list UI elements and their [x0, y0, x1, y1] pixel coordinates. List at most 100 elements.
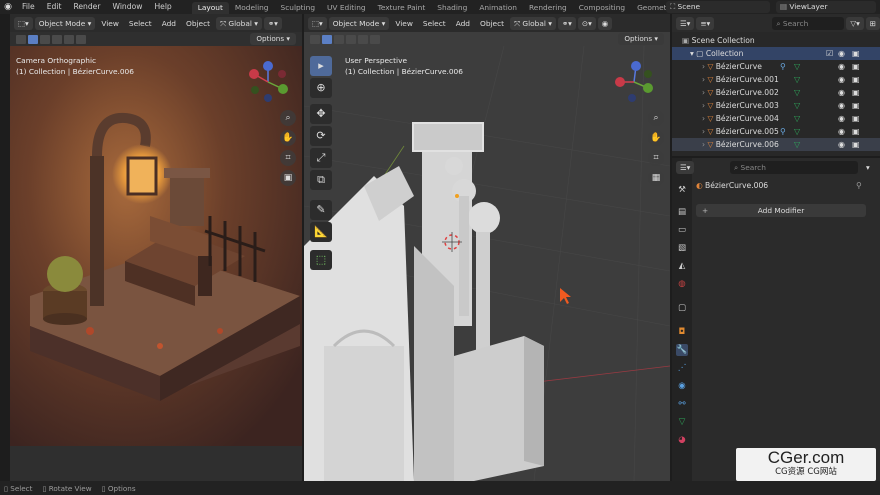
scene-selector[interactable]: ⛶ Scene: [666, 1, 770, 13]
select-new-icon[interactable]: [322, 34, 332, 44]
output-tab-icon[interactable]: ▭: [676, 224, 688, 236]
camera-view-icon[interactable]: ⌗: [648, 150, 664, 166]
render-camera-icon[interactable]: ▣: [852, 112, 860, 125]
menu-select[interactable]: Select: [419, 17, 450, 30]
select-extend-icon[interactable]: [334, 34, 344, 44]
modifier-tab-icon[interactable]: 🔧: [676, 344, 688, 356]
render-camera-icon[interactable]: ▣: [852, 73, 860, 86]
world-tab-icon[interactable]: ◍: [676, 278, 688, 290]
select-extend-icon[interactable]: [40, 34, 50, 44]
render-camera-icon[interactable]: ▣: [852, 60, 860, 73]
filter-icon[interactable]: ▽▾: [846, 16, 864, 30]
select-subtract-icon[interactable]: [52, 34, 62, 44]
transform-orientation-dropdown[interactable]: ⤧ Global ▾: [510, 16, 556, 30]
render-camera-icon[interactable]: ▣: [852, 86, 860, 99]
menu-file[interactable]: File: [16, 0, 41, 14]
grid-view-icon[interactable]: ▦: [648, 170, 664, 186]
select-new-icon[interactable]: [28, 34, 38, 44]
menu-add[interactable]: Add: [158, 17, 180, 30]
pin-icon[interactable]: ⚲: [856, 181, 862, 190]
menu-add[interactable]: Add: [452, 17, 474, 30]
zoom-icon[interactable]: ⌕: [280, 110, 296, 126]
select-intersect-icon[interactable]: [370, 34, 380, 44]
menu-edit[interactable]: Edit: [41, 0, 68, 14]
editor-type-button[interactable]: ⬚▾: [308, 16, 327, 30]
outliner-editor-type[interactable]: ☰▾: [676, 16, 695, 30]
visibility-eye-icon[interactable]: ◉: [838, 112, 845, 125]
menu-help[interactable]: Help: [148, 0, 177, 14]
menu-window[interactable]: Window: [106, 0, 148, 14]
workspace-tab-texture-paint[interactable]: Texture Paint: [372, 2, 432, 14]
view-layer-selector[interactable]: ▤ ViewLayer: [776, 1, 876, 13]
visibility-eye-icon[interactable]: ◉: [838, 60, 845, 73]
render-camera-icon[interactable]: ▣: [852, 47, 860, 60]
constraints-tab-icon[interactable]: ⚯: [676, 398, 688, 410]
visibility-eye-icon[interactable]: ◉: [838, 47, 845, 60]
menu-view[interactable]: View: [391, 17, 417, 30]
blender-logo-icon[interactable]: ◉: [0, 2, 16, 12]
workspace-tab-sculpting[interactable]: Sculpting: [275, 2, 322, 14]
navigation-gizmo[interactable]: [246, 60, 290, 104]
menu-render[interactable]: Render: [67, 0, 106, 14]
lock-icon[interactable]: ▣: [280, 170, 296, 186]
outliner-item[interactable]: › ▽ BézierCurve.005 ⚲ ▽ ◉ ▣: [672, 125, 880, 138]
tool-cursor-icon[interactable]: ⊕: [310, 78, 332, 98]
select-intersect-icon[interactable]: [76, 34, 86, 44]
workspace-tab-rendering[interactable]: Rendering: [523, 2, 573, 14]
visibility-eye-icon[interactable]: ◉: [838, 73, 845, 86]
workspace-tab-compositing[interactable]: Compositing: [573, 2, 631, 14]
options-dropdown[interactable]: Options ▾: [618, 33, 664, 45]
workspace-tab-uv-editing[interactable]: UV Editing: [321, 2, 372, 14]
checkbox-icon[interactable]: ☑: [826, 47, 833, 60]
outliner-item[interactable]: › ▽ BézierCurve.002 ▽ ◉ ▣: [672, 86, 880, 99]
pan-hand-icon[interactable]: ✋: [648, 130, 664, 146]
left-viewport[interactable]: ⬚▾ Object Mode ▾ View Select Add Object …: [10, 14, 302, 481]
workspace-tab-shading[interactable]: Shading: [431, 2, 473, 14]
mode-dropdown[interactable]: Object Mode ▾: [328, 16, 390, 30]
navigation-gizmo[interactable]: [612, 60, 656, 104]
pivot-dropdown[interactable]: ⚭▾: [263, 16, 282, 30]
outliner-item[interactable]: › ▽ BézierCurve.001 ▽ ◉ ▣: [672, 73, 880, 86]
add-modifier-button[interactable]: + Add Modifier: [696, 204, 866, 217]
menu-view[interactable]: View: [97, 17, 123, 30]
object-tab-icon[interactable]: ◘: [676, 326, 688, 338]
visibility-eye-icon[interactable]: ◉: [838, 99, 845, 112]
pan-hand-icon[interactable]: ✋: [280, 130, 296, 146]
visibility-eye-icon[interactable]: ◉: [838, 138, 845, 151]
snap-icon[interactable]: ⊙▾: [577, 16, 596, 30]
scene-tab-icon[interactable]: ◭: [676, 260, 688, 272]
tool-tab-icon[interactable]: ⚒: [676, 184, 688, 196]
view-layer-tab-icon[interactable]: ▧: [676, 242, 688, 254]
tool-transform-icon[interactable]: ⧉: [310, 170, 332, 190]
outliner-item[interactable]: › ▽ BézierCurve.004 ▽ ◉ ▣: [672, 112, 880, 125]
collection-tab-icon[interactable]: ▢: [676, 302, 688, 314]
options-dropdown[interactable]: Options ▾: [250, 33, 296, 45]
outliner-item[interactable]: › ▽ BézierCurve ⚲ ▽ ◉ ▣: [672, 60, 880, 73]
scene-collection-row[interactable]: ▣ Scene Collection: [672, 34, 880, 47]
outliner-item[interactable]: › ▽ BézierCurve.003 ▽ ◉ ▣: [672, 99, 880, 112]
visibility-eye-icon[interactable]: ◉: [838, 125, 845, 138]
properties-editor-type[interactable]: ☰▾: [676, 161, 695, 174]
particles-tab-icon[interactable]: ⋰: [676, 362, 688, 374]
menu-object[interactable]: Object: [182, 17, 214, 30]
tool-rotate-icon[interactable]: ⟳: [310, 126, 332, 146]
select-subtract-icon[interactable]: [346, 34, 356, 44]
outliner-item[interactable]: › ▽ BézierCurve.006 ▽ ◉ ▣: [672, 138, 880, 151]
tool-annotate-icon[interactable]: ✎: [310, 200, 332, 220]
display-mode-icon[interactable]: ≡▾: [696, 16, 715, 30]
mode-dropdown[interactable]: Object Mode ▾: [34, 16, 96, 30]
select-mode-icon[interactable]: [310, 34, 320, 44]
physics-tab-icon[interactable]: ◉: [676, 380, 688, 392]
select-invert-icon[interactable]: [64, 34, 74, 44]
zoom-icon[interactable]: ⌕: [648, 110, 664, 126]
transform-orientation-dropdown[interactable]: ⤧ Global ▾: [216, 16, 262, 30]
select-mode-icon[interactable]: [16, 34, 26, 44]
render-camera-icon[interactable]: ▣: [852, 99, 860, 112]
render-tab-icon[interactable]: ▤: [676, 206, 688, 218]
tool-measure-icon[interactable]: 📐: [310, 222, 332, 242]
tool-move-icon[interactable]: ✥: [310, 104, 332, 124]
workspace-tab-animation[interactable]: Animation: [473, 2, 523, 14]
workspace-tab-modeling[interactable]: Modeling: [229, 2, 275, 14]
select-invert-icon[interactable]: [358, 34, 368, 44]
data-tab-icon[interactable]: ▽: [676, 416, 688, 428]
